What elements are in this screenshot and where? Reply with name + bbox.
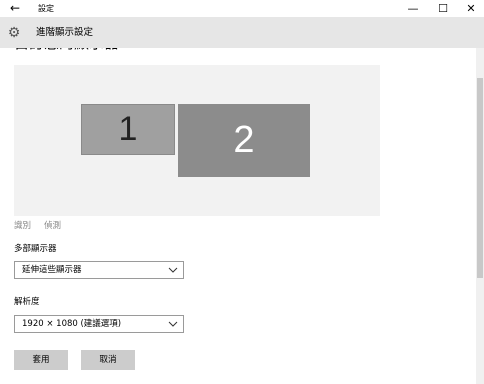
- apply-button[interactable]: 套用: [14, 350, 68, 370]
- resolution-dropdown[interactable]: 1920 × 1080 (建議選項): [14, 315, 184, 333]
- monitor-2[interactable]: 2: [178, 104, 310, 177]
- scrollbar-thumb[interactable]: [477, 78, 483, 278]
- resolution-value: 1920 × 1080 (建議選項): [22, 319, 122, 329]
- identify-link[interactable]: 識別: [14, 221, 31, 232]
- gear-icon: ⚙: [7, 25, 21, 41]
- close-icon[interactable]: ✕: [458, 0, 484, 17]
- monitor-1[interactable]: 1: [81, 104, 175, 155]
- scrollbar[interactable]: [476, 48, 484, 384]
- multiple-displays-value: 延伸這些顯示器: [22, 265, 82, 275]
- back-arrow-icon[interactable]: ←: [6, 0, 24, 17]
- maximize-icon[interactable]: ☐: [430, 0, 456, 17]
- chevron-down-icon: [168, 267, 178, 273]
- cancel-button[interactable]: 取消: [81, 350, 135, 370]
- detect-link[interactable]: 偵測: [44, 221, 61, 232]
- page-title: 進階顯示設定: [36, 27, 94, 38]
- resolution-label: 解析度: [14, 297, 40, 307]
- multiple-displays-label: 多部顯示器: [14, 244, 57, 254]
- chevron-down-icon: [168, 321, 178, 327]
- minimize-icon[interactable]: —: [400, 0, 426, 17]
- display-arrangement-area: 1 2: [14, 65, 380, 216]
- multiple-displays-dropdown[interactable]: 延伸這些顯示器: [14, 261, 184, 279]
- app-title: 設定: [38, 4, 54, 13]
- title-bar: ← 設定 — ☐ ✕: [0, 0, 484, 17]
